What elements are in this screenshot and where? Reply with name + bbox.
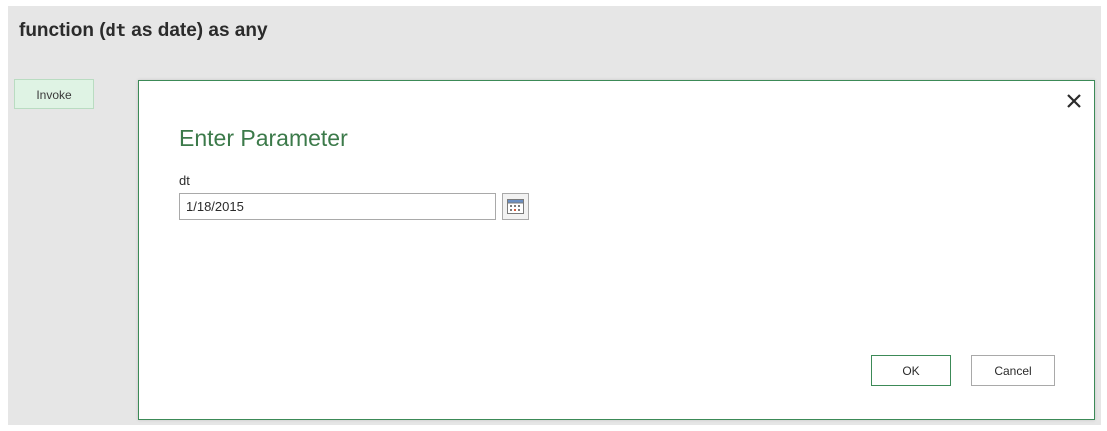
close-icon[interactable] xyxy=(1064,91,1084,111)
dialog-title: Enter Parameter xyxy=(179,125,348,151)
function-signature-param: dt xyxy=(105,21,127,41)
function-signature: function (dt as date) as any xyxy=(19,20,268,42)
enter-parameter-dialog: Enter Parameter dt OK Cancel xyxy=(138,80,1095,420)
function-signature-prefix: function ( xyxy=(19,20,106,41)
calendar-picker-button[interactable] xyxy=(502,193,529,220)
parameter-label: dt xyxy=(179,173,190,188)
calendar-icon xyxy=(507,199,524,214)
cancel-button[interactable]: Cancel xyxy=(971,355,1055,386)
close-icon-glyph xyxy=(1067,94,1081,108)
query-function-pane: function (dt as date) as any Invoke Ente… xyxy=(8,6,1101,425)
ok-button[interactable]: OK xyxy=(871,355,951,386)
function-signature-suffix: as date) as any xyxy=(126,20,268,41)
invoke-button[interactable]: Invoke xyxy=(14,79,94,109)
date-input[interactable] xyxy=(179,193,496,220)
